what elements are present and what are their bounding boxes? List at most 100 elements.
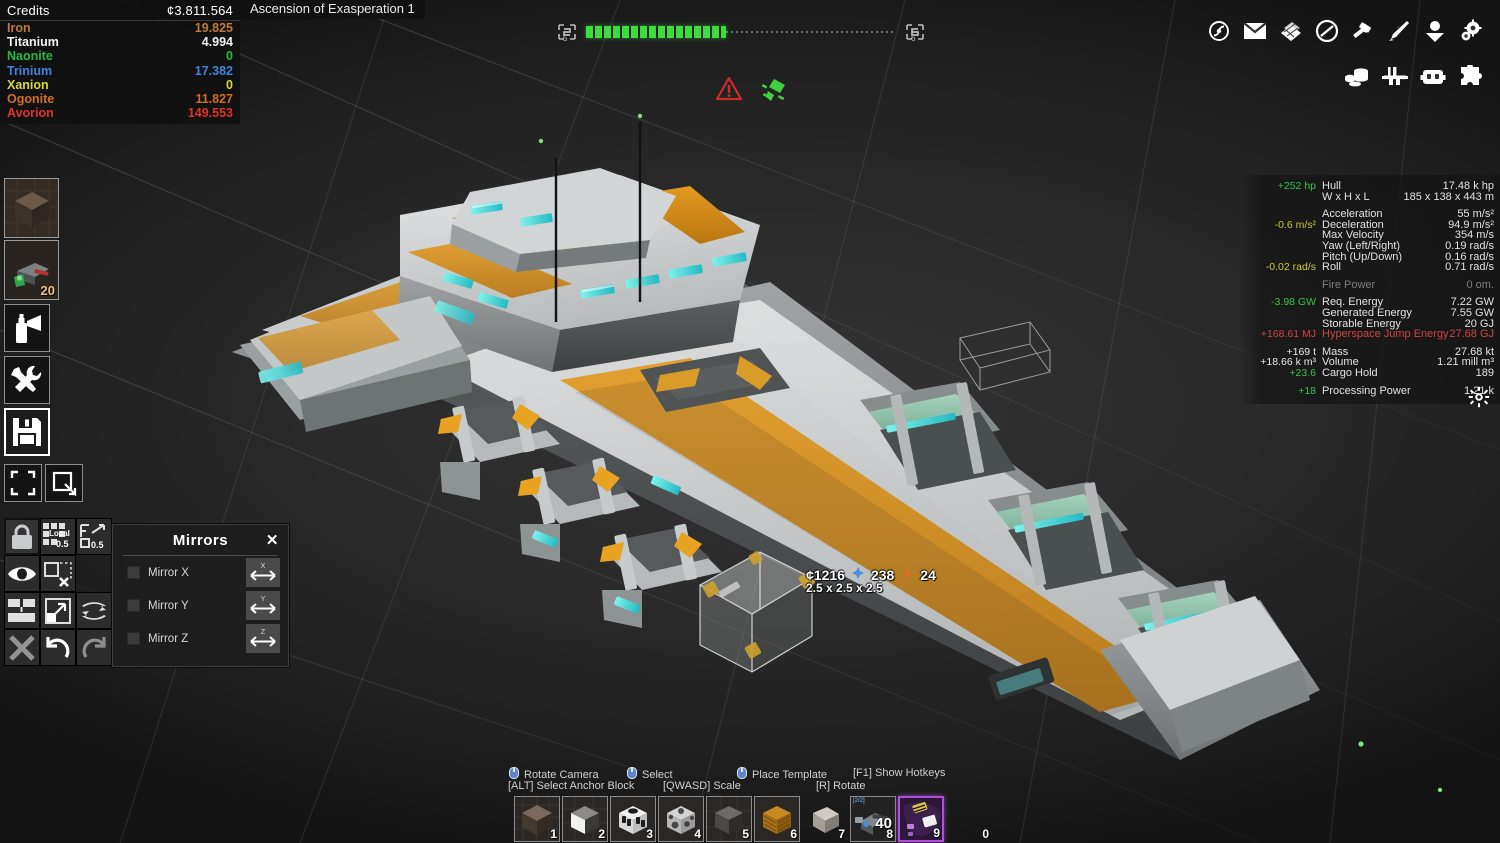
- ship-icon[interactable]: [1384, 16, 1414, 46]
- hotbar-slot-7[interactable]: 7: [802, 796, 848, 842]
- stats-settings-gear-icon[interactable]: [1466, 384, 1492, 410]
- hotbar-slot-number: 5: [742, 827, 749, 841]
- hotbar-slot-number: 9: [933, 826, 940, 840]
- undo-button[interactable]: [40, 629, 76, 666]
- turret-count: 20: [40, 283, 55, 298]
- ship-viewport-3d[interactable]: [0, 0, 1500, 843]
- progress-fill: [586, 26, 726, 38]
- selected-block-slot[interactable]: [4, 178, 59, 238]
- hotbar-slot-0[interactable]: 0: [946, 796, 992, 842]
- turret-slot[interactable]: 20: [4, 240, 59, 300]
- tier-to-icon: 6: [903, 20, 927, 44]
- hotbar-slot-number: 0: [982, 827, 989, 841]
- hotbar-slot-6[interactable]: 6: [754, 796, 800, 842]
- hotkey-label: Select: [642, 768, 673, 781]
- svg-text:0.5: 0.5: [91, 540, 104, 550]
- hotbar-slot-number: 6: [790, 827, 797, 841]
- top-toolbar: [1204, 16, 1486, 46]
- mirrors-rows: Mirror X X Mirror Y Y Mirror Z Z: [113, 556, 288, 655]
- stat-label: Hyperspace Jump Energy: [1322, 328, 1449, 341]
- stat-value: 0 om.: [1466, 278, 1494, 291]
- stat-label: Hull: [1322, 180, 1341, 192]
- hotkey-hint-r-rotate: [R] Rotate: [816, 780, 866, 792]
- stat-value: 189: [1475, 366, 1494, 379]
- mirror-checkbox-x[interactable]: [127, 566, 140, 579]
- hotbar-slot-number: 2: [598, 827, 605, 841]
- thruster-icon[interactable]: [761, 74, 791, 109]
- hotbar-slot-number: 7: [838, 827, 845, 841]
- local-grid-button[interactable]: Local 0.5: [40, 518, 76, 555]
- hotbar-slot-9[interactable]: 9: [898, 796, 944, 842]
- flip-button[interactable]: [76, 592, 112, 629]
- resource-value: 149.553: [187, 106, 233, 121]
- mirror-flip-button-z[interactable]: Z: [246, 624, 280, 653]
- hotbar-slot-8[interactable]: [2/2] 40 8: [850, 796, 896, 842]
- save-tool-button[interactable]: [4, 408, 50, 456]
- stat-delta: +18: [1298, 384, 1316, 397]
- resource-row-avorion: Avorion 149.553: [0, 106, 240, 120]
- resources-panel: Credits ¢3.811.564 Iron 19.825 Titanium 4.9…: [0, 0, 240, 125]
- inventory-icon[interactable]: [1276, 16, 1306, 46]
- lock-mode-button[interactable]: [4, 518, 40, 555]
- robot-icon[interactable]: [1418, 62, 1448, 92]
- hotbar-slot-number: 4: [694, 827, 701, 841]
- mirrors-window: Mirrors ✕ Mirror X X Mirror Y Y Mirror Z Z: [112, 524, 289, 667]
- mirrors-close-button[interactable]: ✕: [266, 531, 279, 549]
- stat-delta: -0.02 rad/s: [1265, 261, 1316, 274]
- select-region-button[interactable]: [45, 464, 83, 502]
- clear-selection-button[interactable]: [40, 555, 76, 592]
- hotbar-slot-3[interactable]: 3: [610, 796, 656, 842]
- repair-tool-button[interactable]: [4, 356, 50, 404]
- stat-label: Yaw (Left/Right): [1322, 239, 1401, 252]
- left-tool-palette: 20: [4, 178, 83, 502]
- mirror-checkbox-y[interactable]: [127, 599, 140, 612]
- mirror-flip-button-x[interactable]: X: [246, 558, 280, 587]
- crew-icon[interactable]: [1420, 16, 1450, 46]
- mirror-flip-button-y[interactable]: Y: [246, 591, 280, 620]
- delete-button[interactable]: [4, 629, 40, 666]
- align-button[interactable]: [4, 592, 40, 629]
- hotbar-slot-1[interactable]: 1: [514, 796, 560, 842]
- stat-value: 0.71 rad/s: [1445, 261, 1494, 274]
- scale-button[interactable]: [40, 592, 76, 629]
- stat-label: Fire Power: [1322, 278, 1376, 291]
- mail-icon[interactable]: [1240, 16, 1270, 46]
- stat-value: 17.48 k hp: [1442, 180, 1494, 192]
- credits-label: Credits: [7, 3, 50, 18]
- hotkey-row-2: [ALT] Select Anchor Block [QWASD] Scale [R…: [508, 780, 958, 793]
- settings-gear-icon[interactable]: [1456, 16, 1486, 46]
- snap-size-button[interactable]: 0.5: [76, 518, 112, 555]
- redo-button[interactable]: [76, 629, 112, 666]
- stat-row-hull: +252 hp Hull 17.48 k hp: [1244, 181, 1494, 192]
- stat-row-yaw-left-right: Yaw (Left/Right) 0.19 rad/s: [1244, 241, 1494, 252]
- select-all-button[interactable]: [4, 464, 42, 502]
- hotbar-slot-2[interactable]: 2: [562, 796, 608, 842]
- resource-value: 4.994: [201, 35, 233, 50]
- stat-delta: -3.98 GW: [1271, 296, 1316, 309]
- resource-label: Trinium: [7, 63, 53, 78]
- mirrors-title-label: Mirrors: [172, 531, 229, 549]
- mirror-row-z: Mirror Z Z: [113, 622, 288, 655]
- svg-text:5: 5: [563, 34, 568, 43]
- hotkey-hint-alt-select-anchor-block: [ALT] Select Anchor Block: [508, 780, 634, 792]
- tier-from-icon: 5: [555, 20, 579, 44]
- credits-value: ¢3.811.564: [166, 3, 233, 18]
- galaxy-map-icon[interactable]: [1204, 16, 1234, 46]
- top-toolbar-row2: [1342, 62, 1486, 92]
- puzzle-icon[interactable]: [1456, 62, 1486, 92]
- hotbar-slot-number: 8: [886, 827, 893, 841]
- visibility-eye-button[interactable]: [4, 555, 40, 592]
- turret-icon[interactable]: [1380, 62, 1410, 92]
- no-entry-icon[interactable]: [1312, 16, 1342, 46]
- mirror-checkbox-z[interactable]: [127, 632, 140, 645]
- hotkey-label: [F1] Show Hotkeys: [853, 767, 946, 779]
- resource-label: Ogonite: [7, 92, 55, 107]
- cargo-icon[interactable]: [1342, 62, 1372, 92]
- hotbar-slot-4[interactable]: 4: [658, 796, 704, 842]
- warning-triangle-icon[interactable]: [715, 76, 743, 107]
- hammer-icon[interactable]: [1348, 16, 1378, 46]
- ship-title: Ascension of Exasperation 1: [240, 0, 425, 19]
- paint-tool-button[interactable]: [4, 304, 50, 352]
- stat-row-roll: -0.02 rad/s Roll 0.71 rad/s: [1244, 262, 1494, 273]
- hotbar-slot-5[interactable]: 5: [706, 796, 752, 842]
